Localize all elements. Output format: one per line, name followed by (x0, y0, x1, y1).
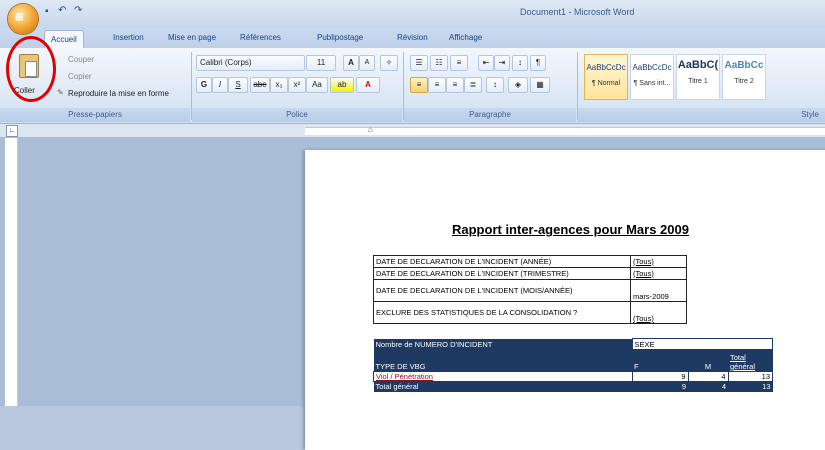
align-left-button[interactable]: ≡ (410, 77, 428, 93)
numbering-button[interactable]: ☷ (430, 55, 448, 71)
ribbon: Coller Couper Copier ✎ Reproduire la mis… (0, 36, 825, 124)
shading-button[interactable]: ◈ (508, 77, 528, 93)
highlight-button[interactable]: ab (330, 77, 354, 93)
sort-button[interactable]: ↕ (512, 55, 528, 71)
undo-icon[interactable]: ↶ (58, 5, 66, 16)
increase-indent-button[interactable]: ⇥ (494, 55, 510, 71)
multilevel-icon: ≡ (456, 58, 462, 67)
decrease-indent-button[interactable]: ⇤ (478, 55, 494, 71)
clear-format-button[interactable]: ✧ (380, 55, 398, 71)
document-title: Rapport inter-agences pour Mars 2009 (452, 222, 689, 237)
ribbon-tabs: Accueil Insertion Mise en page Référence… (0, 28, 825, 49)
font-name-select[interactable]: Calibri (Corps) (196, 55, 305, 71)
table-row: TYPE DE VBG F M Total général (373, 349, 773, 372)
paint-bucket-icon: ◈ (514, 80, 522, 89)
align-center-button[interactable]: ≡ (428, 77, 446, 93)
style-normal[interactable]: AaBbCcDc ¶ Normal (584, 54, 628, 100)
italic-button[interactable]: I (212, 77, 228, 93)
format-painter-button[interactable]: Reproduire la mise en forme (68, 89, 169, 98)
bold-button[interactable]: G (196, 77, 212, 93)
subscript-button[interactable]: x₂ (270, 77, 288, 93)
bullets-icon: ☰ (415, 58, 423, 67)
table-row: DATE DE DECLARATION DE L'INCIDENT (ANNÉE… (373, 255, 687, 268)
borders-button[interactable]: ▦ (530, 77, 550, 93)
office-button[interactable]: ⊞ (8, 4, 38, 34)
tab-accueil[interactable]: Accueil (44, 30, 84, 49)
align-center-icon: ≡ (434, 80, 440, 89)
sort-icon: ↕ (518, 58, 522, 67)
grow-font-button[interactable]: A (343, 55, 359, 71)
font-color-button[interactable]: A (356, 77, 380, 93)
ruler-track (305, 127, 825, 135)
table-row: DATE DE DECLARATION DE L'INCIDENT (MOIS/… (373, 279, 687, 302)
highlighter-icon: ab (337, 80, 347, 89)
document-page[interactable]: Rapport inter-agences pour Mars 2009 DAT… (305, 150, 825, 450)
tab-revision[interactable]: Révision (397, 33, 428, 42)
tab-references[interactable]: Références (240, 33, 281, 42)
tab-mise-en-page[interactable]: Mise en page (168, 33, 216, 42)
office-logo-icon: ⊞ (15, 12, 24, 23)
numbering-icon: ☷ (435, 58, 443, 67)
change-case-button[interactable]: Aa (306, 77, 328, 93)
pivot-table: Nombre de NUMERO D'INCIDENT SEXE TYPE DE… (373, 338, 773, 392)
indent-marker-icon[interactable]: ⌂ (368, 125, 373, 134)
table-row: EXCLURE DES STATISTIQUES DE LA CONSOLIDA… (373, 301, 687, 324)
border-icon: ▦ (536, 80, 544, 89)
table-row: Total général 9 4 13 (373, 381, 773, 392)
tab-insertion[interactable]: Insertion (113, 33, 144, 42)
outdent-icon: ⇤ (482, 58, 490, 67)
show-marks-button[interactable]: ¶ (530, 55, 546, 71)
window-title: Document1 - Microsoft Word (520, 7, 635, 17)
vertical-ruler[interactable] (5, 138, 18, 406)
strikethrough-button[interactable]: abe (250, 77, 270, 93)
style-titre-1[interactable]: AaBbC( Titre 1 (676, 54, 720, 100)
line-spacing-button[interactable]: ↕ (486, 77, 504, 93)
style-titre-2[interactable]: AaBbCc Titre 2 (722, 54, 766, 100)
bullets-button[interactable]: ☰ (410, 55, 428, 71)
underline-button[interactable]: S (228, 77, 248, 93)
table-row: DATE DE DECLARATION DE L'INCIDENT (TRIME… (373, 267, 687, 280)
format-painter-icon: ✎ (57, 88, 64, 97)
indent-icon: ⇥ (498, 58, 506, 67)
font-size-select[interactable]: 11 (306, 55, 336, 71)
justify-button[interactable]: ≣ (464, 77, 482, 93)
save-icon[interactable]: ▪ (45, 6, 49, 17)
paste-highlight-circle (6, 36, 56, 102)
multilevel-list-button[interactable]: ≡ (450, 55, 468, 71)
paragraph-group-label: Paragraphe (404, 108, 576, 122)
align-right-button[interactable]: ≡ (446, 77, 464, 93)
redo-icon[interactable]: ↷ (74, 5, 82, 16)
align-right-icon: ≡ (452, 80, 458, 89)
font-color-icon: A (365, 80, 371, 89)
horizontal-ruler[interactable]: ∟ ⌂ (0, 124, 825, 138)
cut-button[interactable]: Couper (68, 55, 94, 64)
tab-publipostage[interactable]: Publipostage (317, 33, 363, 42)
style-group-label: Style (578, 108, 825, 122)
table-row: Nombre de NUMERO D'INCIDENT SEXE (373, 338, 773, 350)
superscript-button[interactable]: x² (288, 77, 306, 93)
tab-affichage[interactable]: Affichage (449, 33, 482, 42)
table-row: Viol / Pénétration 9 4 13 (373, 371, 773, 382)
tab-selector[interactable]: ∟ (6, 125, 18, 137)
style-sans-interligne[interactable]: AaBbCcDc ¶ Sans int... (630, 54, 674, 100)
line-spacing-icon: ↕ (493, 80, 497, 89)
filter-table: DATE DE DECLARATION DE L'INCIDENT (ANNÉE… (373, 255, 687, 324)
justify-icon: ≣ (469, 80, 477, 89)
shrink-font-button[interactable]: A (359, 55, 375, 71)
align-left-icon: ≡ (416, 80, 422, 89)
copy-button[interactable]: Copier (68, 72, 92, 81)
font-group-label: Police (192, 108, 402, 122)
clipboard-group-label: Presse-papiers (0, 108, 190, 122)
eraser-icon: ✧ (385, 58, 393, 67)
title-bar: ⊞ ▪ ↶ ↷ Document1 - Microsoft Word (0, 0, 825, 34)
